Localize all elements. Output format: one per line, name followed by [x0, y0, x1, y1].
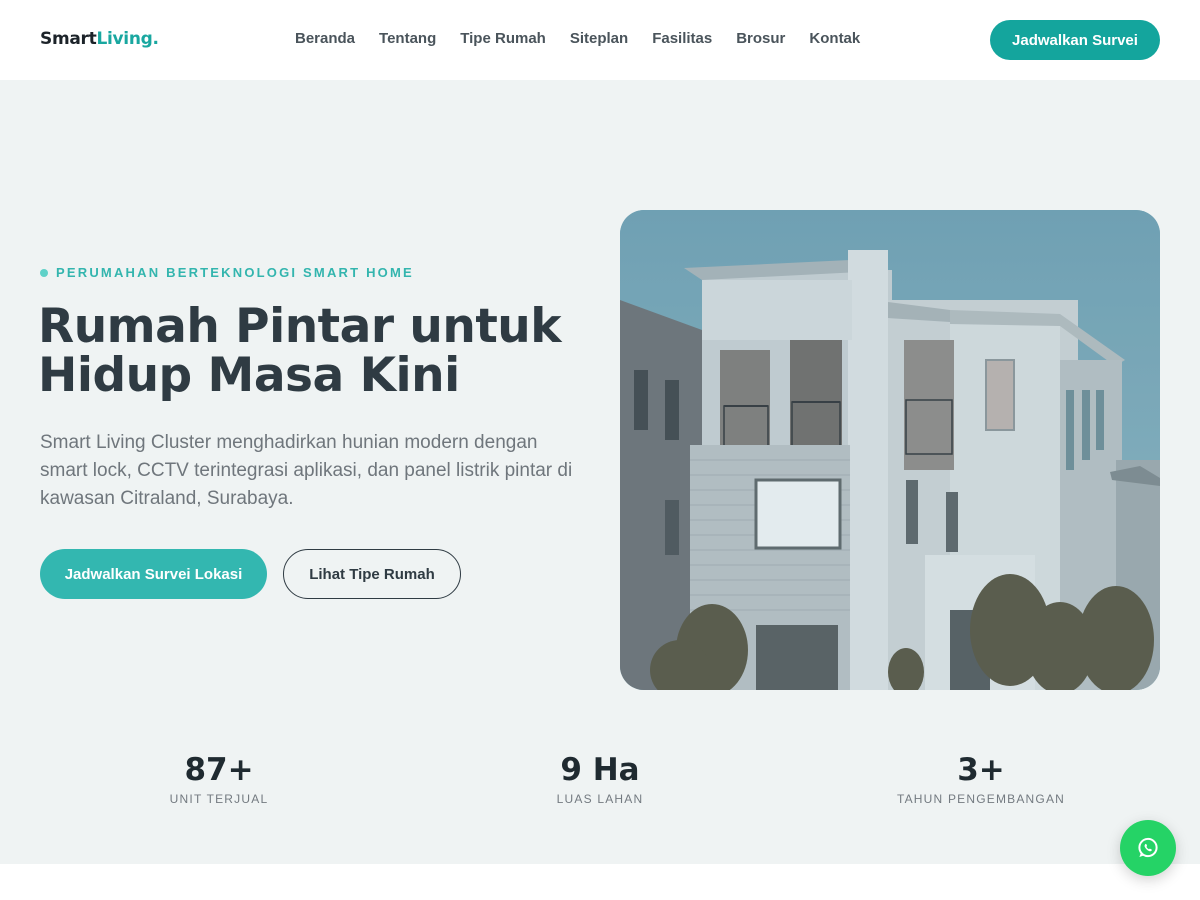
- main-nav: Beranda Tentang Tipe Rumah Siteplan Fasi…: [295, 30, 860, 47]
- stat-land-area: 9 Ha LUAS LAHAN: [470, 750, 730, 806]
- house-photo: [620, 210, 1160, 690]
- nav-link-siteplan[interactable]: Siteplan: [570, 30, 628, 47]
- stat-value: 87+: [184, 752, 254, 788]
- hero-eyebrow-text: PERUMAHAN BERTEKNOLOGI SMART HOME: [56, 265, 414, 280]
- schedule-site-survey-button[interactable]: Jadwalkan Survei Lokasi: [40, 549, 267, 599]
- stat-value: 9 Ha: [560, 752, 640, 788]
- hero-eyebrow: PERUMAHAN BERTEKNOLOGI SMART HOME: [40, 265, 414, 280]
- whatsapp-button[interactable]: [1120, 820, 1176, 876]
- nav-link-beranda[interactable]: Beranda: [295, 30, 355, 47]
- view-house-types-button[interactable]: Lihat Tipe Rumah: [283, 549, 461, 599]
- stat-label: UNIT TERJUAL: [169, 792, 269, 806]
- logo-text-living: Living.: [96, 29, 159, 49]
- nav-link-tipe-rumah[interactable]: Tipe Rumah: [460, 30, 546, 47]
- logo[interactable]: SmartLiving.: [40, 29, 159, 49]
- stat-units-sold: 87+ UNIT TERJUAL: [89, 750, 349, 806]
- stat-value: 3+: [957, 752, 1005, 788]
- stat-label: LUAS LAHAN: [556, 792, 644, 806]
- hero-title: Rumah Pintar untuk Hidup Masa Kini: [38, 302, 598, 400]
- nav-link-fasilitas[interactable]: Fasilitas: [652, 30, 712, 47]
- whatsapp-icon: [1138, 837, 1158, 858]
- house-illustration: [620, 210, 1160, 690]
- nav-link-tentang[interactable]: Tentang: [379, 30, 436, 47]
- hero-description: Smart Living Cluster menghadirkan hunian…: [40, 432, 573, 509]
- stat-label: TAHUN PENGEMBANGAN: [896, 792, 1066, 806]
- dot-icon: [40, 268, 48, 277]
- hero-title-line2: Hidup Masa Kini: [38, 348, 460, 403]
- nav-link-kontak[interactable]: Kontak: [809, 30, 860, 47]
- stat-years-development: 3+ TAHUN PENGEMBANGAN: [851, 750, 1111, 806]
- navbar: SmartLiving. Beranda Tentang Tipe Rumah …: [0, 0, 1200, 80]
- schedule-survey-nav-button[interactable]: Jadwalkan Survei: [990, 20, 1160, 60]
- hero-title-line1: Rumah Pintar untuk: [38, 299, 562, 354]
- logo-text-smart: Smart: [40, 29, 97, 49]
- nav-link-brosur[interactable]: Brosur: [736, 30, 785, 47]
